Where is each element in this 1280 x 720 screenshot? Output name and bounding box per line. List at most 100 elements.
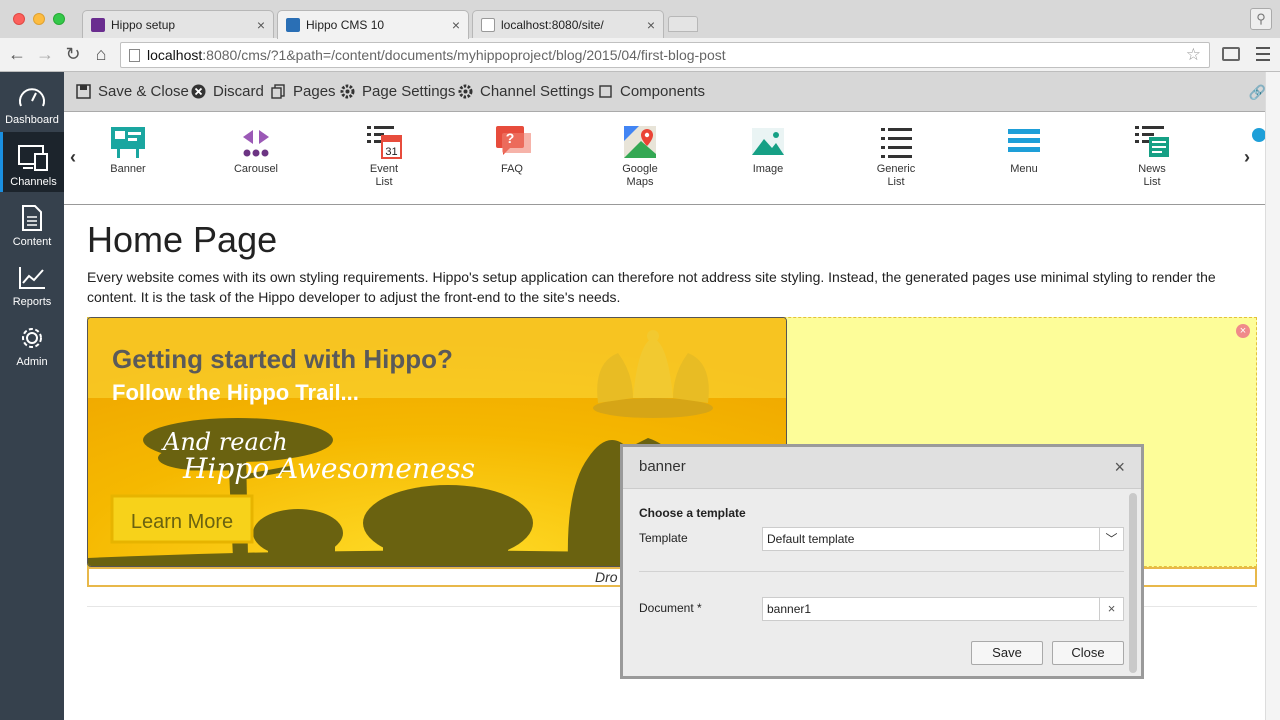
map-icon xyxy=(624,126,656,158)
browser-tab-hippo-setup[interactable]: Hippo setup × xyxy=(82,10,274,38)
component-google-maps[interactable]: Google Maps xyxy=(605,124,675,189)
discard-icon xyxy=(191,84,206,99)
banner-dialog: banner × Choose a template Template Defa… xyxy=(620,444,1144,679)
drop-zone-label: Dro xyxy=(595,569,618,585)
page-scrollbar[interactable] xyxy=(1265,72,1280,720)
pages-label: Pages xyxy=(293,83,336,100)
cms-sidebar: Dashboard Channels Content Reports Admin xyxy=(0,72,64,720)
save-button[interactable]: Save xyxy=(971,641,1043,665)
banner-script-2: Hippo Awesomeness xyxy=(182,452,475,485)
sidebar-item-label: Content xyxy=(12,236,52,248)
menu-icon[interactable] xyxy=(1256,47,1270,65)
component-image[interactable]: Image xyxy=(733,124,803,176)
components-label: Components xyxy=(620,83,706,100)
home-icon[interactable]: ⌂ xyxy=(90,44,112,64)
url-path: :8080/cms/?1&path=/content/documents/myh… xyxy=(202,47,726,63)
discard-button[interactable]: Discard xyxy=(191,83,264,100)
sidebar-item-label: Dashboard xyxy=(5,114,59,126)
dialog-scrollbar[interactable] xyxy=(1129,493,1137,673)
pages-button[interactable]: Pages xyxy=(271,83,336,100)
svg-text:31: 31 xyxy=(385,146,397,158)
hippo-icon xyxy=(91,17,105,32)
save-close-label: Save & Close xyxy=(98,83,189,100)
save-icon xyxy=(76,84,91,99)
component-faq[interactable]: ? FAQ xyxy=(477,124,547,176)
dialog-body: Choose a template Template Default templ… xyxy=(623,489,1141,679)
sidebar-item-reports[interactable]: Reports xyxy=(0,252,64,312)
profile-icon[interactable]: ⚲ xyxy=(1250,8,1272,30)
component-news-list[interactable]: News List xyxy=(1117,124,1187,189)
sidebar-item-channels[interactable]: Channels xyxy=(0,132,64,192)
window-zoom-button[interactable] xyxy=(53,13,65,25)
channel-settings-button[interactable]: Channel Settings xyxy=(458,83,594,100)
clear-icon[interactable]: × xyxy=(1099,598,1123,620)
sidebar-item-dashboard[interactable]: Dashboard xyxy=(0,72,64,132)
component-label: Carousel xyxy=(233,163,279,175)
discard-label: Discard xyxy=(213,83,264,100)
close-icon[interactable]: × xyxy=(1114,447,1125,487)
component-event-list[interactable]: 31 Event List xyxy=(349,124,419,189)
gear-icon xyxy=(458,84,473,99)
window-minimize-button[interactable] xyxy=(33,13,45,25)
new-tab-button[interactable] xyxy=(668,16,698,32)
sidebar-item-label: Reports xyxy=(12,296,52,308)
sidebar-item-content[interactable]: Content xyxy=(0,192,64,252)
faq-icon: ? xyxy=(496,126,531,155)
template-label: Template xyxy=(639,531,688,545)
components-icon xyxy=(599,85,612,98)
document-icon xyxy=(22,205,42,231)
chevron-down-icon[interactable]: ﹀ xyxy=(1099,528,1123,550)
tab-title: Hippo setup xyxy=(111,17,176,32)
learn-more-label: Learn More xyxy=(131,511,233,533)
page-title: Home Page xyxy=(87,219,278,260)
document-field[interactable]: banner1 × xyxy=(762,597,1124,621)
banner-icon xyxy=(111,127,145,158)
close-button[interactable]: Close xyxy=(1052,641,1124,665)
close-icon[interactable]: × xyxy=(257,17,265,33)
back-icon[interactable]: ← xyxy=(6,44,28,64)
page-intro: Every website comes with its own styling… xyxy=(87,269,1216,305)
link-icon[interactable]: 🔗 xyxy=(1249,84,1266,101)
reload-icon[interactable]: ↻ xyxy=(62,44,84,64)
save-close-button[interactable]: Save & Close xyxy=(76,83,189,100)
close-icon[interactable]: × xyxy=(452,17,460,33)
chevron-left-icon[interactable]: ‹ xyxy=(70,147,76,168)
gear-icon xyxy=(22,328,42,348)
menu-icon xyxy=(1008,129,1040,152)
chevron-right-icon[interactable]: › xyxy=(1244,147,1250,168)
component-carousel[interactable]: Carousel xyxy=(221,124,291,176)
browser-tab-hippo-cms[interactable]: Hippo CMS 10 × xyxy=(277,10,469,39)
star-icon[interactable]: ☆ xyxy=(1186,43,1201,67)
channel-settings-label: Channel Settings xyxy=(480,83,595,100)
component-menu[interactable]: Menu xyxy=(989,124,1059,176)
sidebar-item-admin[interactable]: Admin xyxy=(0,312,64,372)
tab-title: localhost:8080/site/ xyxy=(501,17,604,32)
template-select[interactable]: Default template ﹀ xyxy=(762,527,1124,551)
document-value: banner1 xyxy=(767,602,812,616)
component-label: Menu xyxy=(1010,163,1038,175)
component-banner[interactable]: Banner xyxy=(93,124,163,176)
components-button[interactable]: Components xyxy=(598,83,705,100)
page-settings-label: Page Settings xyxy=(362,83,456,100)
template-value: Default template xyxy=(767,532,855,546)
gear-icon xyxy=(340,84,355,99)
pages-icon xyxy=(271,84,285,99)
sidebar-item-label: Channels xyxy=(10,176,57,188)
window-close-button[interactable] xyxy=(13,13,25,25)
dialog-title: banner xyxy=(639,458,686,475)
page-icon xyxy=(481,17,495,32)
cast-icon[interactable] xyxy=(1222,47,1240,61)
component-label: Event List xyxy=(369,163,399,188)
close-icon[interactable]: × xyxy=(647,17,655,33)
component-label: Image xyxy=(752,163,784,175)
component-generic-list[interactable]: Generic List xyxy=(861,124,931,189)
browser-tab-site[interactable]: localhost:8080/site/ × xyxy=(472,10,664,38)
partial-component-icon[interactable] xyxy=(1252,128,1266,142)
address-bar[interactable]: localhost:8080/cms/?1&path=/content/docu… xyxy=(120,42,1210,68)
svg-text:?: ? xyxy=(506,130,515,146)
forward-icon[interactable]: → xyxy=(34,44,56,64)
remove-icon[interactable]: × xyxy=(1236,324,1250,338)
image-icon xyxy=(752,128,784,155)
browser-tab-strip: Hippo setup × Hippo CMS 10 × localhost:8… xyxy=(0,0,1280,39)
page-settings-button[interactable]: Page Settings xyxy=(340,83,455,100)
